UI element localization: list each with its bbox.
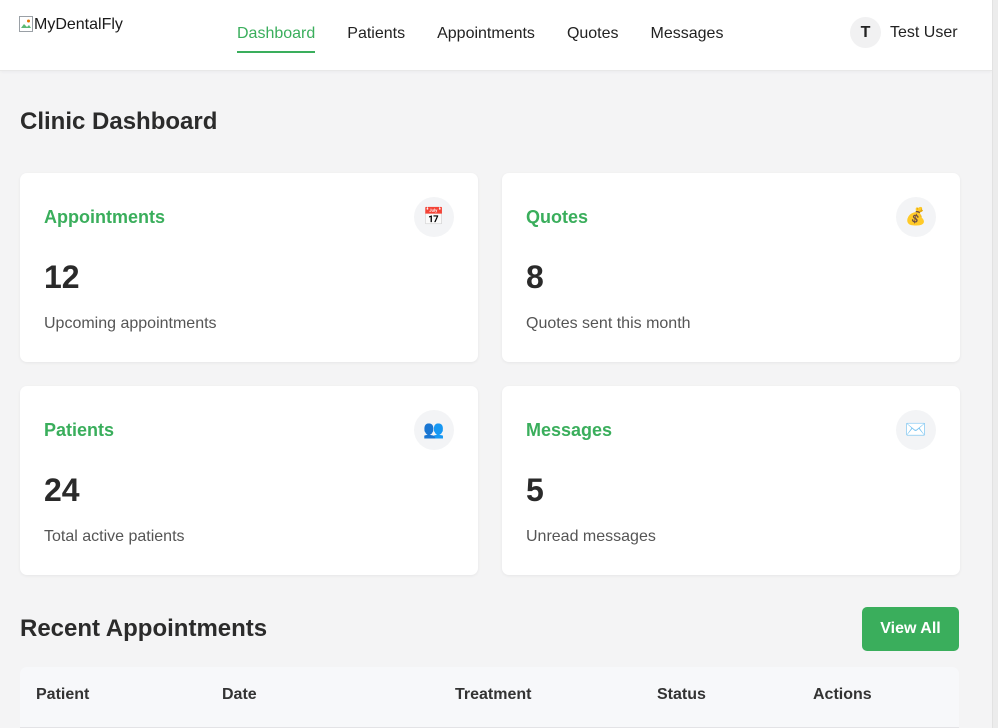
nav-messages[interactable]: Messages xyxy=(651,23,724,55)
card-title: Quotes xyxy=(526,207,589,227)
scrollbar[interactable] xyxy=(992,0,998,728)
nav-quotes[interactable]: Quotes xyxy=(567,23,619,55)
card-description: Total active patients xyxy=(44,528,185,545)
column-header-status[interactable]: Status xyxy=(657,686,706,704)
page-title: Clinic Dashboard xyxy=(20,108,218,135)
nav-patients[interactable]: Patients xyxy=(347,23,405,55)
card-description: Upcoming appointments xyxy=(44,315,217,332)
column-header-actions[interactable]: Actions xyxy=(813,686,872,704)
card-title: Patients xyxy=(44,420,115,440)
nav-appointments[interactable]: Appointments xyxy=(437,23,535,55)
top-header: MyDentalFly Dashboard Patients Appointme… xyxy=(0,0,992,71)
card-description: Unread messages xyxy=(526,528,656,545)
avatar: T xyxy=(850,17,881,48)
appointments-table-header: Patient Date Treatment Status Actions xyxy=(20,667,959,728)
column-header-treatment[interactable]: Treatment xyxy=(455,686,531,704)
appointments-card[interactable]: Appointments 📅 12 Upcoming appointments xyxy=(20,173,478,362)
card-description: Quotes sent this month xyxy=(526,315,691,332)
column-header-patient[interactable]: Patient xyxy=(36,686,89,704)
card-value: 5 xyxy=(526,472,544,508)
card-value: 12 xyxy=(44,259,80,295)
card-value: 8 xyxy=(526,259,544,295)
column-header-date[interactable]: Date xyxy=(222,686,257,704)
page: MyDentalFly Dashboard Patients Appointme… xyxy=(0,0,998,728)
messages-card[interactable]: Messages ✉️ 5 Unread messages xyxy=(502,386,960,575)
users-icon: 👥 xyxy=(414,410,454,450)
card-value: 24 xyxy=(44,472,80,508)
logo[interactable]: MyDentalFly xyxy=(19,16,123,34)
money-bag-icon: 💰 xyxy=(896,197,936,237)
view-all-button[interactable]: View All xyxy=(862,607,959,651)
logo-alt-text: MyDentalFly xyxy=(34,16,123,33)
card-title: Messages xyxy=(526,420,613,440)
recent-appointments-title: Recent Appointments xyxy=(20,615,268,642)
main-nav: Dashboard Patients Appointments Quotes M… xyxy=(237,23,755,55)
broken-image-icon xyxy=(19,16,33,32)
card-title: Appointments xyxy=(44,207,165,227)
user-name: Test User xyxy=(890,23,958,41)
patients-card[interactable]: Patients 👥 24 Total active patients xyxy=(20,386,478,575)
calendar-icon: 📅 xyxy=(414,197,454,237)
user-menu[interactable]: T Test User xyxy=(850,17,958,48)
envelope-icon: ✉️ xyxy=(896,410,936,450)
quotes-card[interactable]: Quotes 💰 8 Quotes sent this month xyxy=(502,173,960,362)
nav-dashboard[interactable]: Dashboard xyxy=(237,23,316,55)
